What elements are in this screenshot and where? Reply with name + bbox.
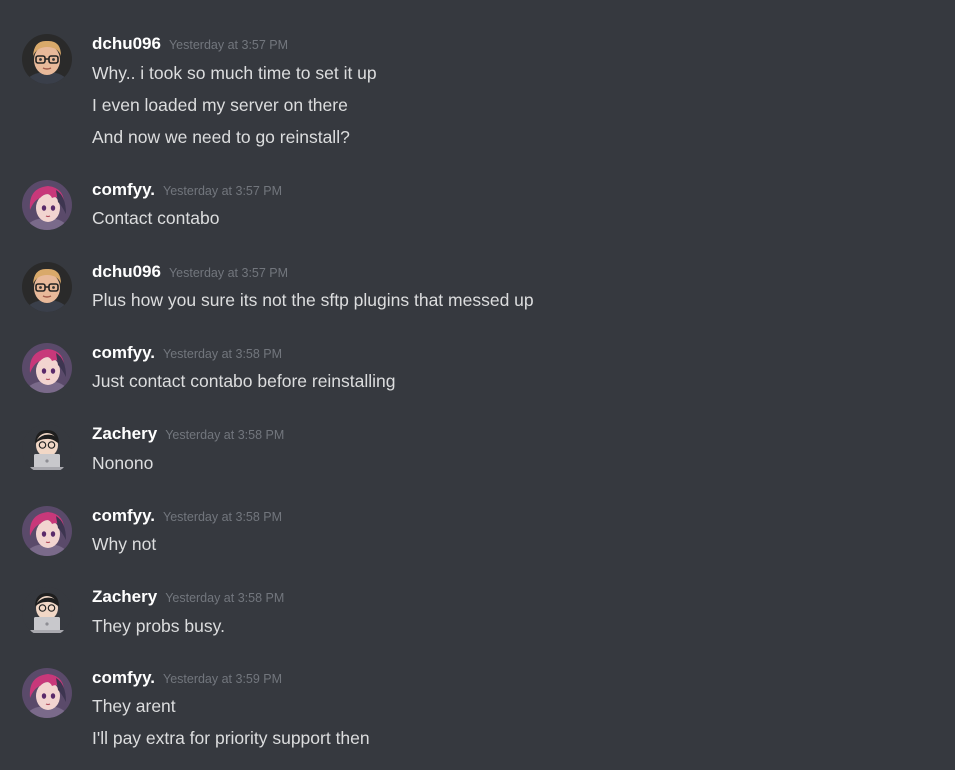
message-header: comfyy. Yesterday at 3:58 PM	[92, 506, 282, 530]
timestamp[interactable]: Yesterday at 3:58 PM	[165, 428, 284, 442]
timestamp[interactable]: Yesterday at 3:57 PM	[169, 38, 288, 52]
message-text: Why not	[92, 534, 157, 554]
username[interactable]: Zachery	[92, 587, 157, 606]
username[interactable]: comfyy.	[92, 668, 155, 687]
message-text: And now we need to go reinstall?	[92, 127, 350, 147]
anime-pink-hair-avatar-icon[interactable]	[22, 668, 72, 718]
message-text: Why.. i took so much time to set it up	[92, 63, 377, 83]
username[interactable]: Zachery	[92, 424, 157, 443]
message-text: Nonono	[92, 453, 154, 473]
message-header: Zachery Yesterday at 3:58 PM	[92, 424, 284, 448]
timestamp[interactable]: Yesterday at 3:59 PM	[163, 672, 282, 686]
username[interactable]: comfyy.	[92, 180, 155, 199]
timestamp[interactable]: Yesterday at 3:58 PM	[163, 510, 282, 524]
message-header: comfyy. Yesterday at 3:58 PM	[92, 343, 282, 367]
message-text: Contact contabo	[92, 208, 220, 228]
message-header: dchu096 Yesterday at 3:57 PM	[92, 34, 288, 58]
person-with-laptop-avatar-icon[interactable]	[22, 587, 72, 637]
timestamp[interactable]: Yesterday at 3:58 PM	[163, 347, 282, 361]
timestamp[interactable]: Yesterday at 3:57 PM	[163, 184, 282, 198]
message-text: I'll pay extra for priority support then	[92, 728, 370, 748]
username[interactable]: dchu096	[92, 34, 161, 53]
anime-pink-hair-avatar-icon[interactable]	[22, 506, 72, 556]
message-text: I even loaded my server on there	[92, 95, 348, 115]
person-with-laptop-avatar-icon[interactable]	[22, 424, 72, 474]
timestamp[interactable]: Yesterday at 3:58 PM	[165, 591, 284, 605]
message-text: They arent	[92, 696, 176, 716]
message-text: They probs busy.	[92, 616, 225, 636]
message-header: comfyy. Yesterday at 3:59 PM	[92, 668, 282, 692]
username[interactable]: dchu096	[92, 262, 161, 281]
message-text: Plus how you sure its not the sftp plugi…	[92, 290, 534, 310]
message-header: comfyy. Yesterday at 3:57 PM	[92, 180, 282, 204]
chat-message-list[interactable]: dchu096 Yesterday at 3:57 PM Why.. i took…	[0, 0, 955, 770]
boy-with-glasses-avatar-icon[interactable]	[22, 262, 72, 312]
boy-with-glasses-avatar-icon[interactable]	[22, 34, 72, 84]
message-header: dchu096 Yesterday at 3:57 PM	[92, 262, 288, 286]
anime-pink-hair-avatar-icon[interactable]	[22, 180, 72, 230]
message-header: Zachery Yesterday at 3:58 PM	[92, 587, 284, 611]
anime-pink-hair-avatar-icon[interactable]	[22, 343, 72, 393]
message-text: Just contact contabo before reinstalling	[92, 371, 396, 391]
username[interactable]: comfyy.	[92, 343, 155, 362]
username[interactable]: comfyy.	[92, 506, 155, 525]
timestamp[interactable]: Yesterday at 3:57 PM	[169, 266, 288, 280]
